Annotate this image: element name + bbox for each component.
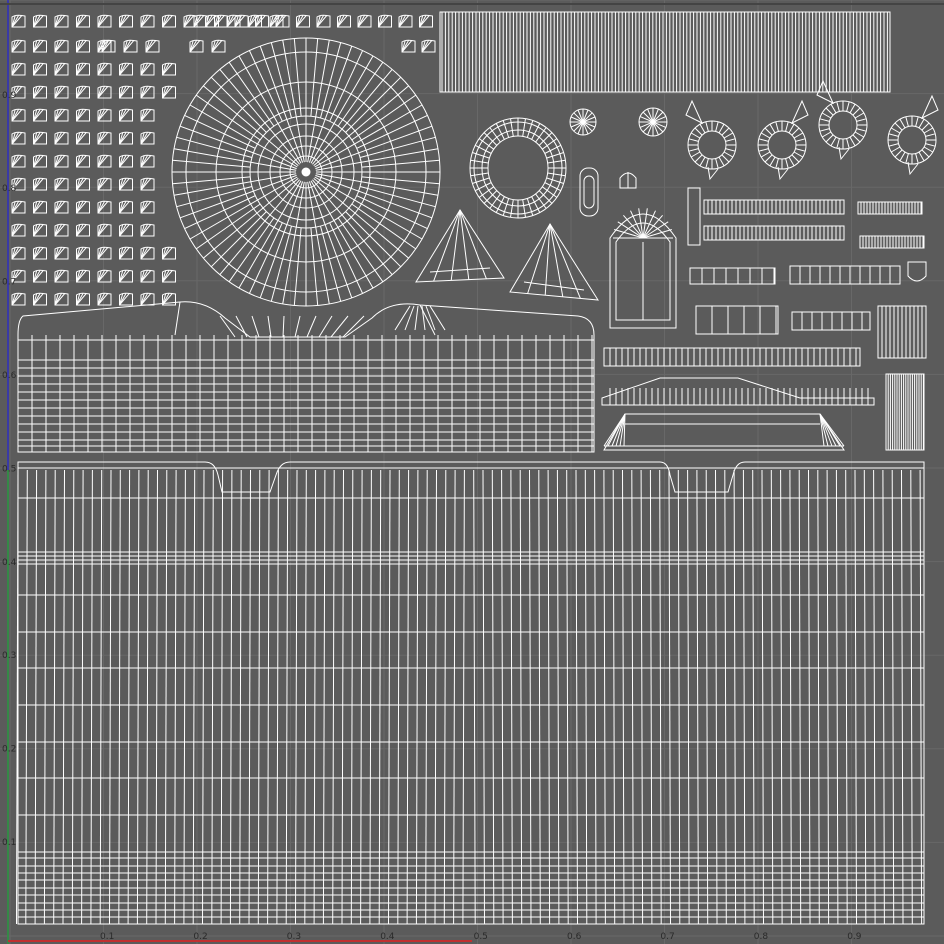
uv-disc-shell — [171, 37, 441, 307]
uv-small-disc-2 — [638, 107, 668, 137]
v-axis-label: 0.6 — [2, 371, 17, 381]
u-axis-label: 0.2 — [193, 932, 207, 942]
v-axis-label: 0.9 — [2, 91, 17, 101]
u-axis-label: 0.8 — [754, 932, 769, 942]
v-axis-label: 0.7 — [2, 278, 16, 288]
v-axis-label: 0.4 — [2, 558, 17, 568]
v-axis-label: 0.1 — [2, 838, 16, 848]
uv-editor-viewport[interactable]: 0.1 0.2 0.3 0.4 0.5 0.6 0.7 0.8 0.9 0.1 0.2 0.3 0.4 0… — [0, 0, 944, 944]
u-axis-label: 0.1 — [100, 932, 114, 942]
v-axis-label: 0.3 — [2, 651, 16, 661]
v-axis-label: 0.8 — [2, 184, 17, 194]
uv-small-disc-1 — [569, 108, 597, 136]
uv-disc-center — [301, 167, 311, 177]
u-axis-label: 0.7 — [660, 932, 674, 942]
v-axis-label: 0.5 — [2, 464, 16, 474]
u-axis-label: 0.9 — [847, 932, 862, 942]
u-axis-label: 0.4 — [380, 932, 395, 942]
uv-canvas[interactable]: 0.1 0.2 0.3 0.4 0.5 0.6 0.7 0.8 0.9 0.1 0.2 0.3 0.4 0… — [0, 0, 944, 944]
u-axis-label: 0.3 — [287, 932, 301, 942]
v-axis-label: 0.2 — [2, 745, 16, 755]
u-axis-label: 0.6 — [567, 932, 582, 942]
u-axis-label: 0.5 — [474, 932, 488, 942]
